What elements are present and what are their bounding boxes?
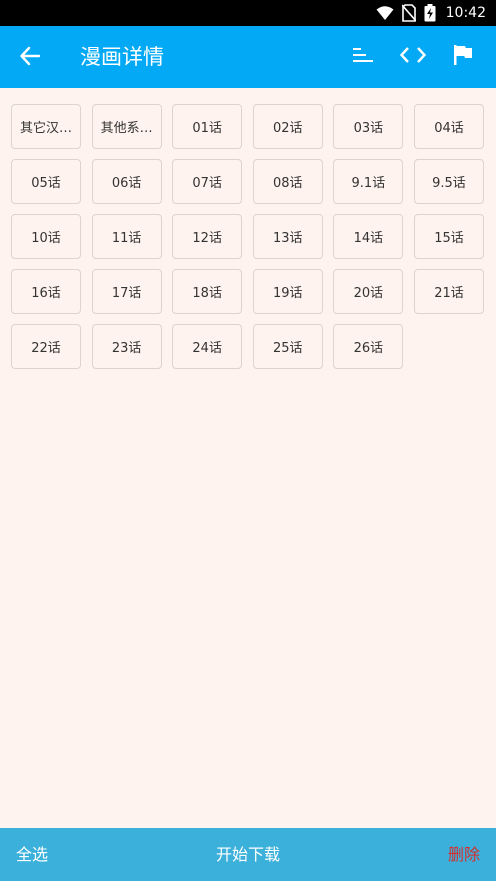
chapter-chip[interactable]: 16话 <box>11 269 81 314</box>
chapter-chip[interactable]: 12话 <box>172 214 243 259</box>
battery-charging-icon <box>424 4 436 22</box>
wifi-icon <box>376 5 394 21</box>
bottom-bar: 全选 开始下载 删除 <box>0 828 496 881</box>
chapter-chip[interactable]: 01话 <box>172 104 243 149</box>
select-all-button[interactable]: 全选 <box>16 828 48 881</box>
flag-icon <box>453 44 473 70</box>
chapter-chip[interactable]: 22话 <box>11 324 81 369</box>
status-time: 10:42 <box>445 5 486 21</box>
sort-icon <box>352 46 374 68</box>
chapter-chip[interactable]: 其他系… <box>91 104 162 149</box>
code-button[interactable] <box>388 32 438 82</box>
chapter-grid: 其它汉… 其他系… 01话 02话 03话 04话 05话 06话 07话 08话 9.1话 9.5话… <box>11 104 485 369</box>
chapter-chip[interactable]: 02话 <box>252 104 323 149</box>
flag-button[interactable] <box>438 32 488 82</box>
chapter-chip[interactable]: 其它汉… <box>11 104 81 149</box>
chapter-chip[interactable]: 26话 <box>333 324 404 369</box>
chapter-chip[interactable]: 14话 <box>333 214 404 259</box>
chapter-chip[interactable]: 9.1话 <box>333 159 404 204</box>
chapter-chip[interactable]: 10话 <box>11 214 81 259</box>
chapter-chip[interactable]: 07话 <box>172 159 243 204</box>
chapter-chip[interactable]: 19话 <box>252 269 323 314</box>
chapter-chip[interactable]: 20话 <box>333 269 404 314</box>
chapter-chip[interactable]: 17话 <box>91 269 162 314</box>
status-icons: 10:42 <box>376 0 496 26</box>
chapter-chip[interactable]: 08话 <box>252 159 323 204</box>
chapter-chip[interactable]: 15话 <box>413 214 484 259</box>
chapter-chip[interactable]: 06话 <box>91 159 162 204</box>
arrow-left-icon <box>19 45 41 71</box>
chapter-chip[interactable]: 18话 <box>172 269 243 314</box>
chapter-chip[interactable]: 03话 <box>333 104 404 149</box>
chapter-chip[interactable]: 21话 <box>413 269 484 314</box>
app-bar-actions <box>338 26 488 88</box>
chapter-chip[interactable]: 04话 <box>413 104 484 149</box>
chapter-chip[interactable]: 11话 <box>91 214 162 259</box>
no-sim-icon <box>401 4 416 22</box>
back-button[interactable] <box>12 40 48 76</box>
status-bar: 10:42 <box>0 0 496 26</box>
chapter-chip[interactable]: 13话 <box>252 214 323 259</box>
chapter-chip[interactable]: 05话 <box>11 159 81 204</box>
code-icon <box>399 46 427 68</box>
sort-button[interactable] <box>338 32 388 82</box>
app-bar: 漫画详情 <box>0 26 496 88</box>
chapter-chip[interactable]: 25话 <box>252 324 323 369</box>
chapter-chip[interactable]: 9.5话 <box>413 159 484 204</box>
start-download-wrapper: 开始下载 <box>0 828 496 881</box>
page-title: 漫画详情 <box>80 45 164 69</box>
start-download-button[interactable]: 开始下载 <box>216 845 280 864</box>
delete-button[interactable]: 删除 <box>448 828 480 881</box>
chapter-chip[interactable]: 23话 <box>91 324 162 369</box>
chapter-chip[interactable]: 24话 <box>172 324 243 369</box>
